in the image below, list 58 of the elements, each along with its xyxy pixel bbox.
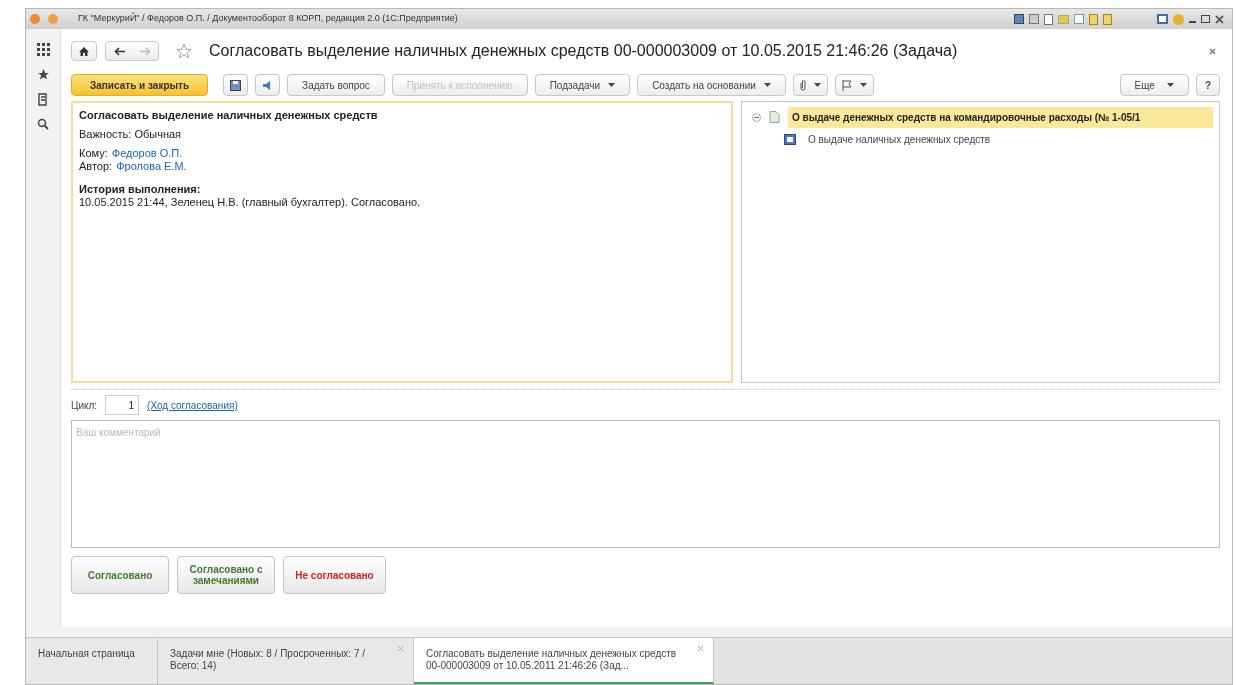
cycle-field[interactable]: 1 — [105, 395, 140, 415]
home-button[interactable] — [71, 41, 97, 61]
document-icon — [784, 133, 796, 145]
form-title: Согласовать выделение наличных денежных средств 00-000003009 от 10.05.2015 21:46:26 (Задача) — [209, 41, 958, 61]
favorite-star-icon[interactable] — [175, 42, 193, 60]
recipient-link[interactable]: Федоров О.П. — [111, 147, 183, 160]
document-icon[interactable] — [1044, 13, 1053, 25]
approve-button[interactable]: Согласовано с замечаниями — [177, 556, 275, 594]
maximize-icon[interactable] — [1201, 15, 1210, 23]
page-tab[interactable]: Задачи мне (Новых: 8 / Просроченных: 7 / Всего: 14) — [158, 638, 414, 684]
flag-icon — [841, 79, 852, 91]
reject-button[interactable]: Не согласовано — [283, 556, 386, 594]
clip-button[interactable] — [792, 74, 828, 96]
toolbar-button[interactable]: Создать на основании — [637, 74, 786, 96]
window-title: ГК "МеркуриЙ" / Федоров О.П. / Документооборот 8 КОРП, редакция 2.0 (1С:Предприятие) — [78, 12, 458, 26]
task-heading: Согласовать выделение наличных денежных средств — [79, 109, 379, 122]
close-icon[interactable] — [1209, 47, 1216, 55]
tree-item[interactable]: О выдаче денежных средств на командировочные расходы (№ 1-05/1 — [788, 106, 1213, 128]
caret-icon — [859, 83, 867, 87]
importance-text: Важность: Обычная — [79, 128, 183, 141]
home-icon — [79, 46, 89, 56]
author-label: Автор: — [79, 160, 113, 173]
panel-icon[interactable] — [1157, 14, 1168, 24]
caret-icon — [1166, 83, 1174, 87]
star-icon[interactable] — [36, 68, 50, 81]
save-button[interactable] — [223, 74, 249, 96]
caret-icon — [608, 83, 616, 87]
page-tab[interactable]: Согласовать выделение наличных денежных средств 00-000003009 от 10.05.2011 21:46:26 (Зад... — [414, 638, 714, 684]
close-icon[interactable] — [1215, 14, 1224, 24]
page-tab[interactable]: Начальная страница — [26, 638, 158, 684]
grid-menu-icon[interactable] — [36, 43, 50, 56]
to-label: Кому: — [79, 147, 108, 160]
forward-arrow-icon — [139, 46, 151, 56]
save-icon[interactable] — [1014, 14, 1024, 24]
author-link[interactable]: Фролова Е.М. — [116, 160, 187, 173]
caret-icon — [763, 83, 771, 87]
comment-field[interactable]: Ваш комментарий — [71, 420, 1220, 548]
caret-icon — [813, 83, 821, 87]
more-button[interactable]: Еще — [1119, 74, 1189, 96]
collapse-icon[interactable] — [752, 112, 761, 122]
history-entry: 10.05.2015 21:44, Зеленец Н.В. (главный бухгалтер). Согласовано. — [79, 196, 422, 209]
back-arrow-icon — [113, 46, 125, 56]
sound-button[interactable] — [255, 74, 281, 96]
cycle-label: Цикл: — [71, 398, 98, 413]
approve-button[interactable]: Согласовано — [71, 556, 169, 594]
document-icon — [769, 111, 780, 123]
tree-item[interactable]: О выдаче наличных денежных средств — [804, 128, 995, 150]
toolbar-button[interactable]: Подзадачи — [534, 74, 631, 96]
history-icon[interactable] — [37, 93, 49, 106]
paperclip-icon — [799, 79, 806, 91]
flag-button[interactable] — [834, 74, 874, 96]
approval-progress-link[interactable]: (Ход согласования) — [147, 397, 238, 413]
help-button[interactable]: ? — [1195, 74, 1220, 96]
save-and-close-button[interactable]: Записать и закрыть — [71, 74, 209, 96]
search-icon[interactable] — [37, 118, 49, 130]
toolbar-button[interactable]: Задать вопрос — [287, 74, 385, 96]
history-heading: История выполнения: — [79, 183, 202, 196]
save-icon — [230, 79, 242, 91]
